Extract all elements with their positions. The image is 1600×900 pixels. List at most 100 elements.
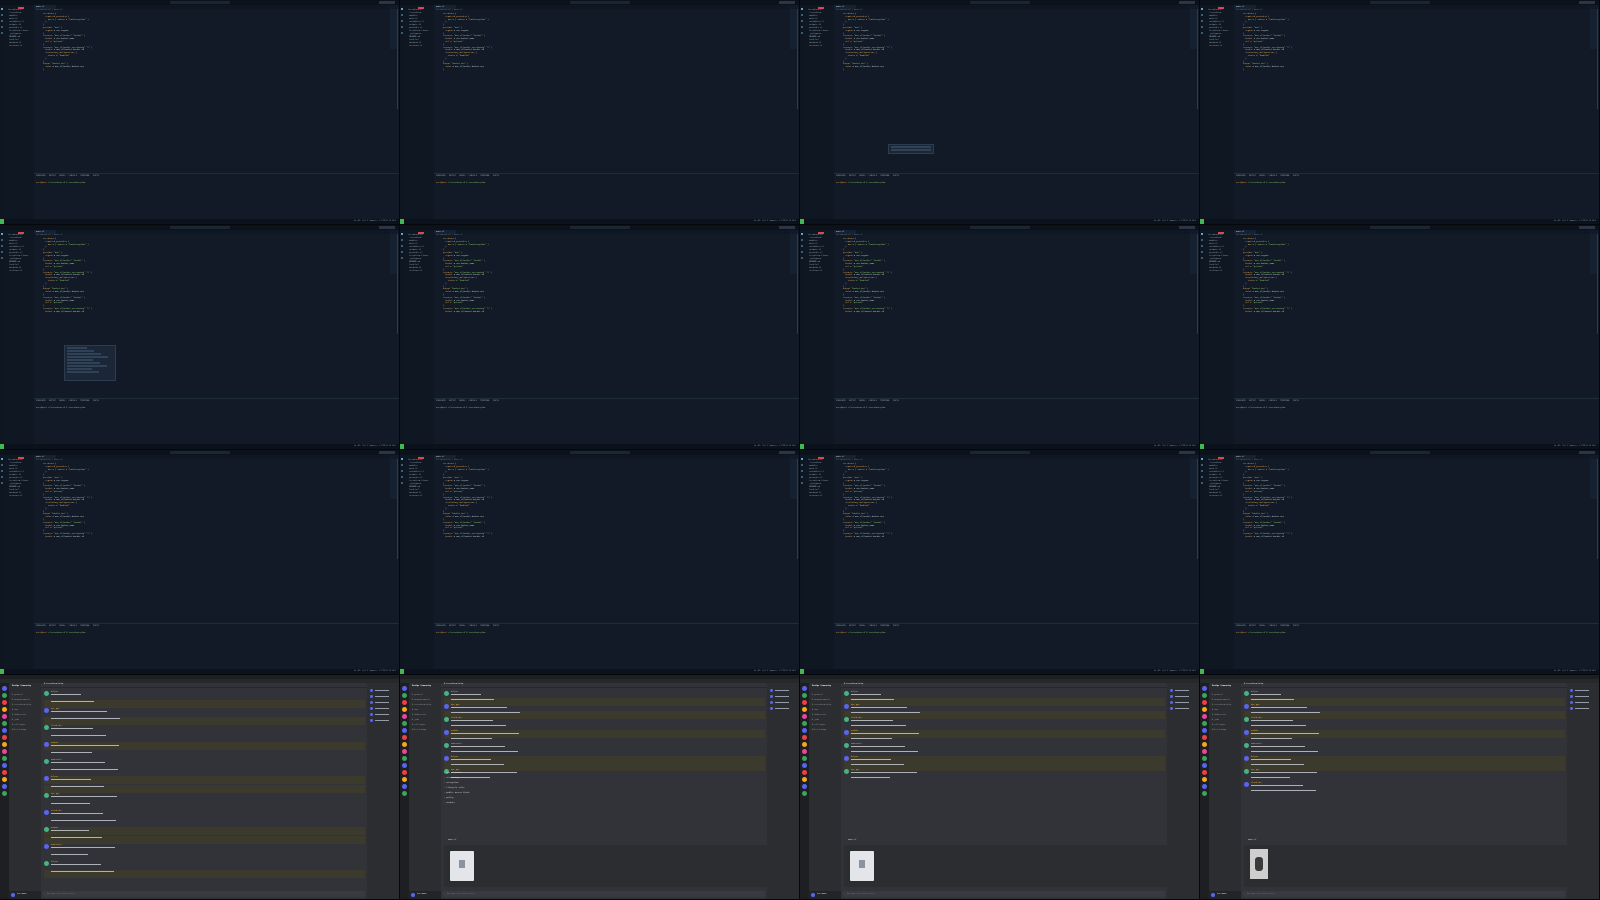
command-search[interactable] [1370,1,1430,4]
remote-indicator[interactable] [1200,219,1204,224]
member-item[interactable] [1570,689,1590,692]
activity-icon[interactable] [401,464,403,466]
author-name[interactable]: moderator [51,759,62,761]
server-name[interactable]: DevOps Community [1212,685,1231,687]
author-name[interactable]: newbie [451,730,458,732]
window-controls[interactable] [379,226,395,229]
minimap[interactable] [390,234,397,274]
command-search[interactable] [170,1,230,4]
activity-icon[interactable] [801,458,803,460]
server-icon[interactable] [1202,770,1207,775]
author-name[interactable]: moderator [51,844,62,846]
server-icon[interactable] [1202,707,1207,712]
server-icon[interactable] [2,707,7,712]
terminal-prompt[interactable]: user@host ~/terraform-s3 $ terraform pla… [436,182,485,184]
window-controls[interactable] [1179,1,1195,4]
author-name[interactable]: ops_guy [851,769,859,771]
author-name[interactable]: moderator [451,743,462,745]
user-avatar[interactable] [44,742,49,747]
member-item[interactable] [370,719,390,722]
scrollbar[interactable] [797,9,798,109]
member-item[interactable] [770,695,790,698]
activity-icon[interactable] [801,257,803,259]
author-name[interactable]: moderator [1251,743,1262,745]
activity-icon[interactable] [1,14,3,16]
user-avatar[interactable] [44,776,49,781]
server-name[interactable]: DevOps Community [812,685,831,687]
terminal-prompt[interactable]: user@host ~/terraform-s3 $ terraform pla… [436,407,485,409]
activity-icon[interactable] [1201,20,1203,22]
user-avatar[interactable] [44,861,49,866]
server-icon[interactable] [802,686,807,691]
user-avatar[interactable] [44,810,49,815]
author-name[interactable]: ops_guy [51,708,59,710]
code-editor[interactable]: main.tf terraform-s3 > main.tf terraform {… [434,455,789,623]
code-content[interactable]: terraform { required_providers { aws = {… [1243,238,1589,398]
user-avatar[interactable] [444,756,449,761]
server-icon[interactable] [2,686,7,691]
explorer-tree[interactable]: terraform-s3 .terraform modules main.tf … [8,9,32,48]
command-search[interactable] [1370,451,1430,454]
author-name[interactable]: helper [51,691,58,693]
user-avatar[interactable] [1244,769,1249,774]
user-avatar[interactable] [844,756,849,761]
activity-icon[interactable] [1,464,3,466]
suggestion-item[interactable] [67,359,93,361]
server-icon[interactable] [402,721,407,726]
activity-icon[interactable] [1201,257,1203,259]
author-name[interactable]: helper [51,861,58,863]
code-content[interactable]: terraform { required_providers { aws = {… [443,463,789,623]
server-icon[interactable] [402,714,407,719]
server-icon[interactable] [802,728,807,733]
user-avatar[interactable] [844,730,849,735]
server-icon[interactable] [802,763,807,768]
file-icon[interactable] [450,851,474,881]
server-icon[interactable] [1202,777,1207,782]
window-controls[interactable] [1579,226,1595,229]
window-controls[interactable] [1179,451,1195,454]
panel-tabs[interactable]: PROBLEMS OUTPUT DEBUG CONSOLE TERMINAL P… [36,175,99,177]
user-avatar[interactable] [44,759,49,764]
server-icon[interactable] [2,791,7,796]
user-avatar[interactable] [44,844,49,849]
server-icon[interactable] [802,714,807,719]
explorer-tree[interactable]: terraform-s3 .terraform modules main.tf … [8,234,32,273]
author-name[interactable]: ops_guy [51,793,59,795]
scrollbar[interactable] [397,234,398,334]
command-search[interactable] [970,226,1030,229]
server-icon[interactable] [1202,728,1207,733]
code-editor[interactable]: main.tf terraform-s3 > main.tf terraform {… [834,455,1189,623]
activity-icon[interactable] [801,32,803,34]
server-icon[interactable] [1202,763,1207,768]
member-item[interactable] [770,707,790,710]
user-avatar[interactable] [844,717,849,722]
server-icon[interactable] [802,777,807,782]
code-content[interactable]: terraform { required_providers { aws = {… [43,463,389,623]
server-icon[interactable] [802,749,807,754]
remote-indicator[interactable] [400,444,404,449]
server-icon[interactable] [402,784,407,789]
minimap[interactable] [790,459,797,499]
terminal-prompt[interactable]: user@host ~/terraform-s3 $ terraform pla… [836,182,885,184]
server-icon[interactable] [2,728,7,733]
activity-icon[interactable] [801,464,803,466]
avatar[interactable] [11,893,15,897]
activity-icon[interactable] [1,20,3,22]
suggestion-item[interactable] [67,356,108,358]
member-item[interactable] [1570,707,1590,710]
activity-icon[interactable] [1201,8,1203,10]
code-editor[interactable]: main.tf terraform-s3 > main.tf terraform {… [434,230,789,398]
user-avatar[interactable] [444,691,449,696]
message-input[interactable]: Message #terraform-help [43,891,365,897]
activity-icon[interactable] [401,476,403,478]
member-item[interactable] [370,689,390,692]
server-icon[interactable] [1202,721,1207,726]
server-icon[interactable] [1202,742,1207,747]
panel-tabs[interactable]: PROBLEMS OUTPUT DEBUG CONSOLE TERMINAL P… [36,625,99,627]
server-icon[interactable] [802,756,807,761]
server-icon[interactable] [402,770,407,775]
scrollbar[interactable] [1197,459,1198,559]
activity-icon[interactable] [1201,470,1203,472]
minimap[interactable] [1190,9,1197,49]
server-icon[interactable] [802,721,807,726]
